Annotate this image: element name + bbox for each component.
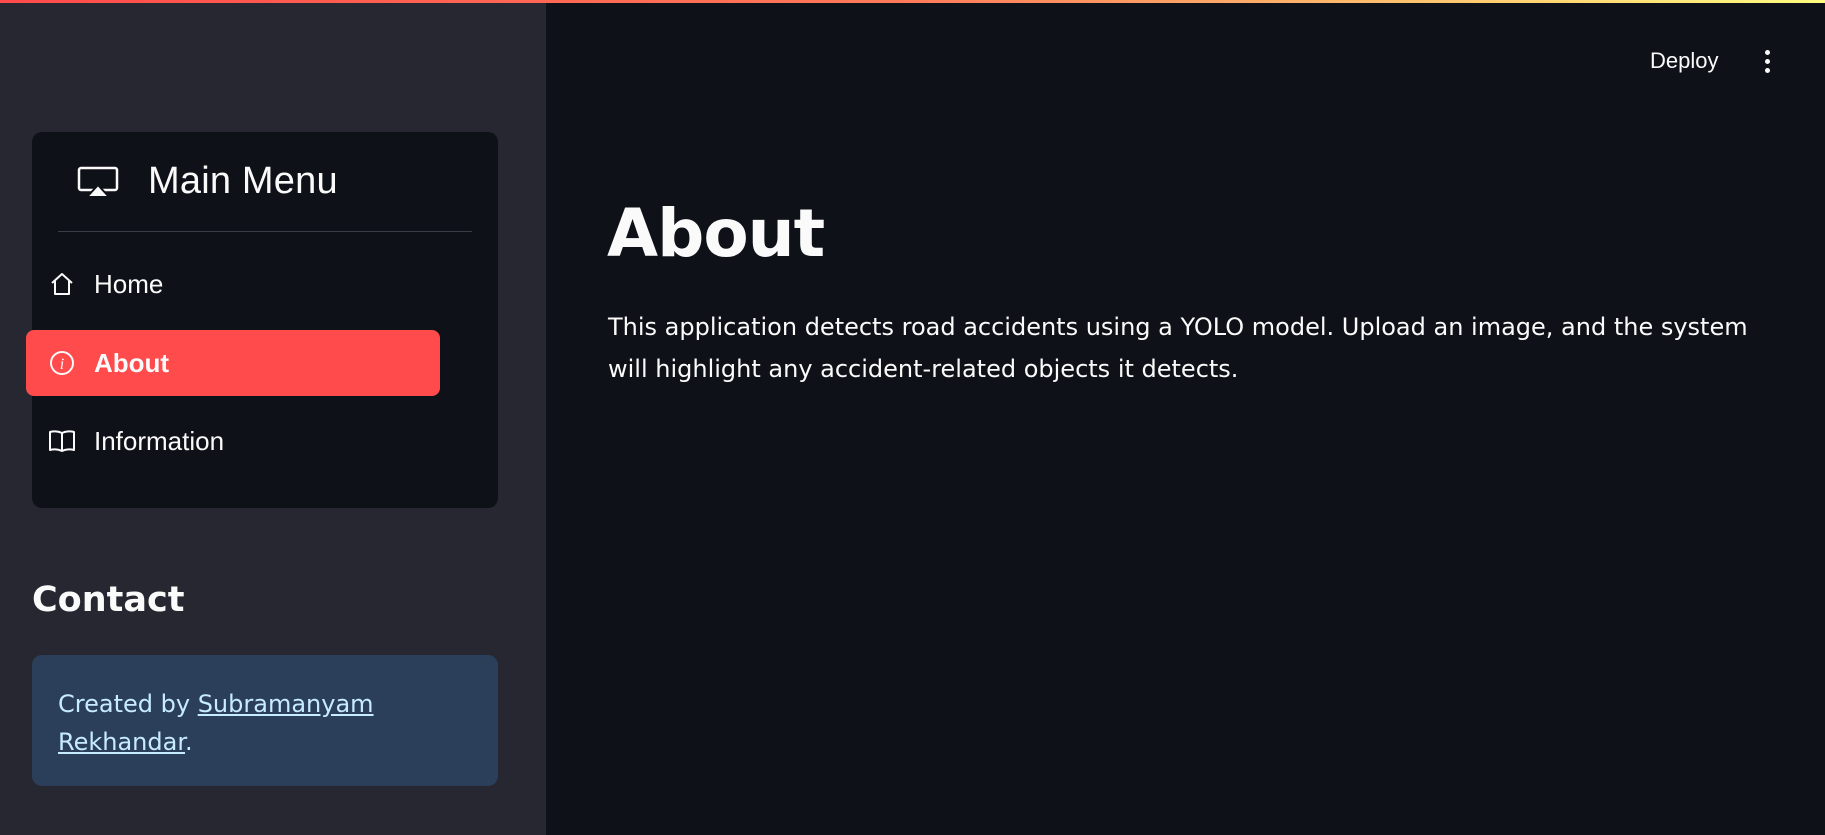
menu-item-home[interactable]: Home [26,251,440,317]
main-content [546,0,1825,835]
book-icon [48,427,76,455]
contact-suffix: . [185,728,193,756]
page-title: About [607,195,825,272]
house-icon [48,270,76,298]
menu-title: Main Menu [148,160,338,202]
menu-item-label: About [94,347,170,378]
menu-item-information[interactable]: Information [26,408,440,474]
svg-text:i: i [60,356,64,373]
airplay-icon [76,165,120,199]
menu-item-label: Information [94,425,225,456]
menu-item-about[interactable]: i About [26,330,440,396]
top-decoration-bar [0,0,1825,3]
contact-info-box: Created by Subramanyam Rekhandar. [32,655,498,786]
contact-prefix: Created by [58,690,198,718]
deploy-button[interactable]: Deploy [1640,44,1728,78]
sidebar: Main Menu Home i About Information Conta… [0,0,546,835]
info-circle-icon: i [48,349,76,377]
page-description: This application detects road accidents … [608,313,1748,383]
kebab-menu-icon[interactable] [1752,44,1782,78]
contact-heading: Contact [32,580,185,620]
menu-item-label: Home [94,268,164,299]
menu-header: Main Menu [58,132,472,232]
